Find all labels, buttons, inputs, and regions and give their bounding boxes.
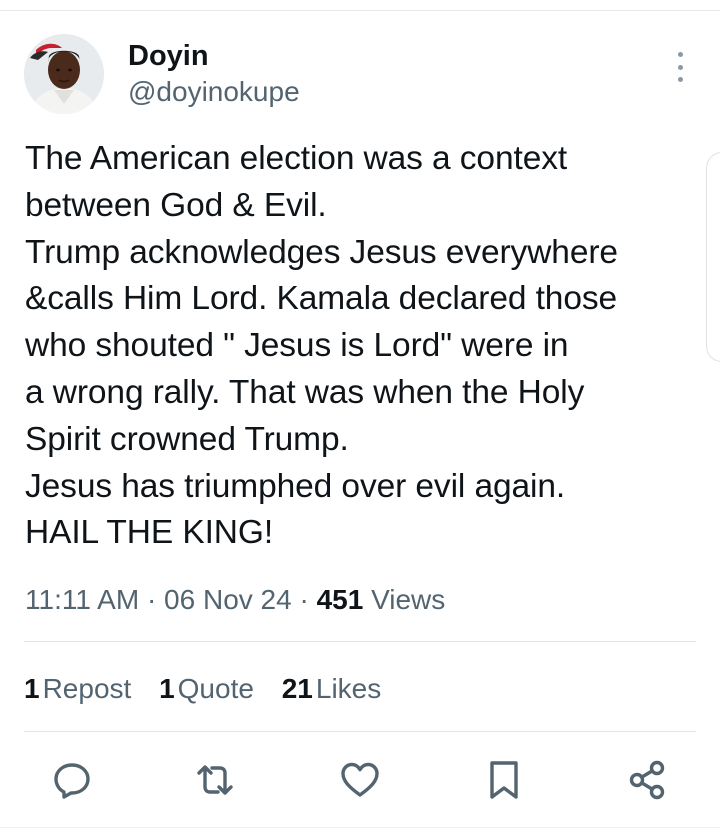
- retweet-button[interactable]: [187, 752, 243, 808]
- tweet-text-line: HAIL THE KING!: [25, 514, 274, 552]
- top-divider: [0, 10, 720, 11]
- retweet-icon: [197, 765, 233, 795]
- dot-icon: [677, 77, 683, 82]
- meta-separator: ·: [146, 584, 165, 615]
- dot-icon: [677, 64, 683, 70]
- avatar[interactable]: [24, 34, 104, 114]
- share-icon: [629, 760, 665, 800]
- author-display-name[interactable]: Doyin: [128, 39, 300, 73]
- tweet-text-line: who shouted " Jesus is Lord" were in: [25, 327, 569, 365]
- like-button[interactable]: [332, 752, 388, 808]
- dot-icon: [677, 52, 683, 57]
- adjacent-card-edge: [706, 152, 720, 362]
- divider: [24, 641, 696, 642]
- quotes-stat[interactable]: 1 Quote: [159, 673, 254, 704]
- more-options-button[interactable]: [674, 52, 686, 82]
- meta-separator: ·: [299, 584, 317, 615]
- tweet-text: The American election was a context betw…: [25, 136, 695, 557]
- reposts-stat[interactable]: 1 Repost: [24, 673, 131, 704]
- likes-stat[interactable]: 21 Likes: [282, 673, 382, 704]
- divider: [24, 731, 696, 732]
- tweet-text-line: Trump acknowledges Jesus everywhere: [25, 233, 618, 271]
- author-names: Doyin @doyinokupe: [128, 39, 300, 109]
- quotes-count: 1: [159, 673, 175, 704]
- tweet-text-line: The American election was a context: [25, 140, 568, 177]
- bookmark-icon: [490, 761, 518, 799]
- bottom-divider: [0, 827, 720, 828]
- share-button[interactable]: [620, 752, 676, 808]
- views-label: Views: [371, 584, 446, 615]
- reply-icon: [54, 763, 90, 799]
- quotes-label: Quote: [177, 673, 254, 704]
- like-icon: [341, 762, 379, 797]
- reposts-count: 1: [24, 673, 40, 704]
- tweet-meta: 11:11 AM · 06 Nov 24 · 451 Views: [25, 580, 445, 620]
- likes-label: Likes: [315, 673, 382, 704]
- profile-photo-icon: [24, 34, 104, 114]
- tweet-text-line: Jesus has triumphed over evil again.: [25, 467, 566, 505]
- tweet-text-line: a wrong rally. That was when the Holy: [25, 373, 585, 411]
- author-handle[interactable]: @doyinokupe: [128, 75, 300, 109]
- tweet-text-line: between God & Evil.: [25, 186, 327, 224]
- tweet-text-line: &calls Him Lord. Kamala declared those: [25, 280, 618, 318]
- tweet-time[interactable]: 11:11 AM: [25, 584, 139, 615]
- action-bar: [0, 752, 720, 808]
- engagement-stats: 1 Repost 1 Quote 21 Likes: [24, 669, 401, 709]
- tweet-date[interactable]: 06 Nov 24: [164, 584, 292, 615]
- tweet-text-line: Spirit crowned Trump.: [25, 420, 349, 458]
- reply-button[interactable]: [44, 752, 100, 808]
- views-count: 451: [316, 584, 364, 615]
- tweet-header: Doyin @doyinokupe: [24, 34, 704, 118]
- bookmark-button[interactable]: [476, 752, 532, 808]
- reposts-label: Repost: [42, 673, 132, 704]
- likes-count: 21: [281, 673, 313, 704]
